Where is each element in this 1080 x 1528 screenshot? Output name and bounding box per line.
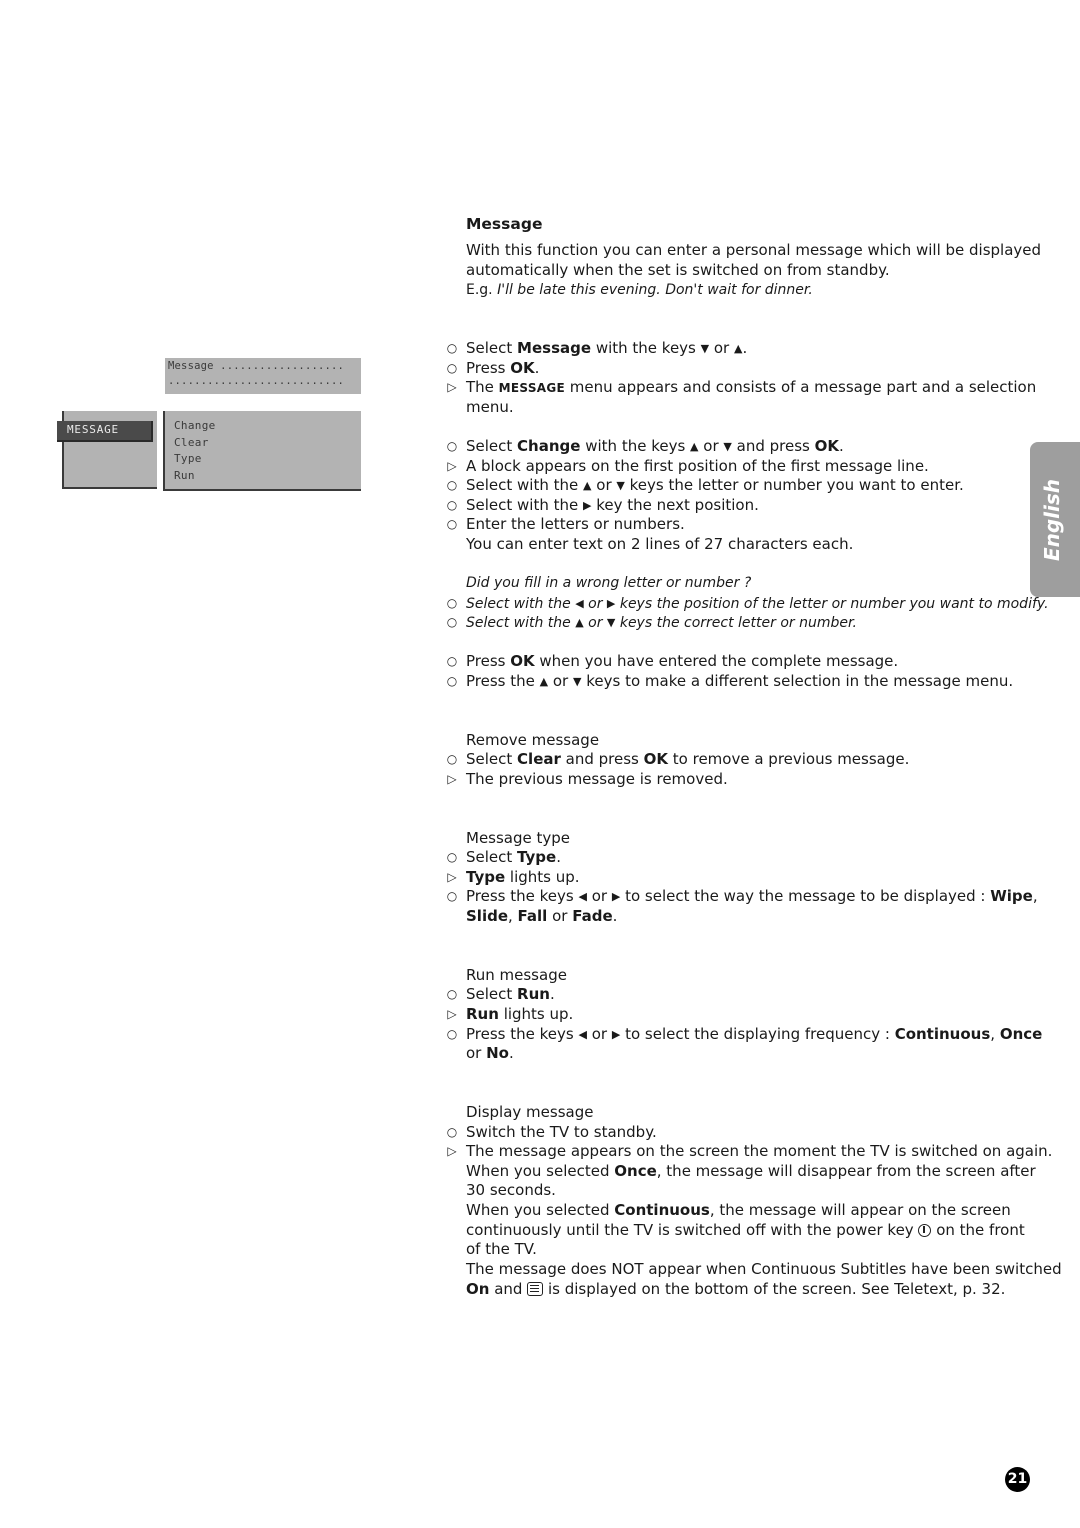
example-text: I'll be late this evening. Don't wait fo…: [497, 282, 813, 298]
teletext-icon: [527, 1282, 544, 1296]
step-continuation: Slide, Fall or Fade.: [466, 907, 618, 925]
example-line: E.g. I'll be late this evening. Don't wa…: [466, 282, 813, 298]
down-arrow-icon: ▼: [700, 342, 710, 355]
osd-message-line1: Message ...................: [168, 360, 345, 372]
result-bullet-icon: ▷: [447, 772, 457, 786]
result-continuation: 30 seconds.: [466, 1181, 556, 1199]
result-continuation: When you selected Once, the message will…: [466, 1162, 1036, 1180]
right-arrow-icon: ▶: [583, 499, 592, 512]
step-bullet-icon: ○: [446, 1125, 458, 1139]
step-bullet-icon: ○: [446, 361, 458, 375]
down-arrow-icon: ▼: [723, 440, 732, 453]
osd-tab-message: MESSAGE: [57, 421, 153, 442]
step-bullet-icon: ○: [446, 752, 458, 766]
result-bullet-icon: ▷: [447, 1007, 457, 1021]
osd-options-panel: Change Clear Type Run: [163, 411, 361, 491]
intro-line: automatically when the set is switched o…: [466, 261, 890, 279]
step-bullet-icon: ○: [446, 596, 458, 610]
subsection-title: Run message: [466, 966, 567, 984]
osd-option-change: Change: [174, 419, 216, 432]
osd-option-run: Run: [174, 468, 195, 482]
left-arrow-icon: ◀: [578, 1028, 587, 1041]
language-tab-label: English: [1040, 478, 1064, 561]
step-bullet-icon: ○: [446, 654, 458, 668]
osd-option-type: Type: [174, 452, 202, 465]
section-title: Message: [466, 215, 543, 233]
up-arrow-icon: ▲: [539, 675, 549, 688]
result-continuation: menu.: [466, 398, 514, 416]
intro-line: With this function you can enter a perso…: [466, 241, 1042, 259]
subsection-title: Display message: [466, 1103, 594, 1121]
step-continuation: or No.: [466, 1044, 514, 1062]
tip-question: Did you fill in a wrong letter or number…: [466, 575, 752, 591]
result-bullet-icon: ▷: [447, 380, 457, 394]
osd-option-clear: Clear: [174, 435, 209, 449]
down-arrow-icon: ▼: [616, 479, 625, 492]
result-continuation: On and is displayed on the bottom of the…: [466, 1280, 1006, 1298]
step-bullet-icon: ○: [446, 1027, 458, 1041]
step-bullet-icon: ○: [446, 674, 458, 688]
subsection-title: Remove message: [466, 731, 600, 749]
step-bullet-icon: ○: [446, 439, 458, 453]
left-arrow-icon: ◀: [578, 890, 587, 903]
step-bullet-icon: ○: [446, 615, 458, 629]
note-line: You can enter text on 2 lines of 27 char…: [466, 535, 854, 553]
step-bullet-icon: ○: [446, 478, 458, 492]
up-arrow-icon: ▲: [690, 440, 699, 453]
result-bullet-icon: ▷: [447, 459, 457, 473]
result-continuation: of the TV.: [466, 1240, 537, 1258]
language-tab: English: [1030, 442, 1080, 597]
page-number: 21: [1005, 1467, 1030, 1492]
step-bullet-icon: ○: [446, 517, 458, 531]
step-bullet-icon: ○: [446, 850, 458, 864]
result-continuation: continuously until the TV is switched of…: [466, 1221, 1025, 1239]
up-arrow-icon: ▲: [583, 479, 592, 492]
result-continuation: When you selected Continuous, the messag…: [466, 1201, 1011, 1219]
result-bullet-icon: ▷: [447, 870, 457, 884]
power-icon: [918, 1224, 932, 1237]
subsection-title: Message type: [466, 829, 571, 847]
step-bullet-icon: ○: [446, 341, 458, 355]
step-bullet-icon: ○: [446, 987, 458, 1001]
result-bullet-icon: ▷: [447, 1144, 457, 1158]
step-bullet-icon: ○: [446, 498, 458, 512]
up-arrow-icon: ▲: [575, 616, 584, 629]
step-bullet-icon: ○: [446, 889, 458, 903]
osd-message-box: Message ................... ............…: [165, 358, 361, 394]
left-arrow-icon: ◀: [575, 597, 584, 610]
osd-message-line2: ...........................: [168, 375, 345, 387]
result-continuation: The message does NOT appear when Continu…: [466, 1260, 1062, 1278]
